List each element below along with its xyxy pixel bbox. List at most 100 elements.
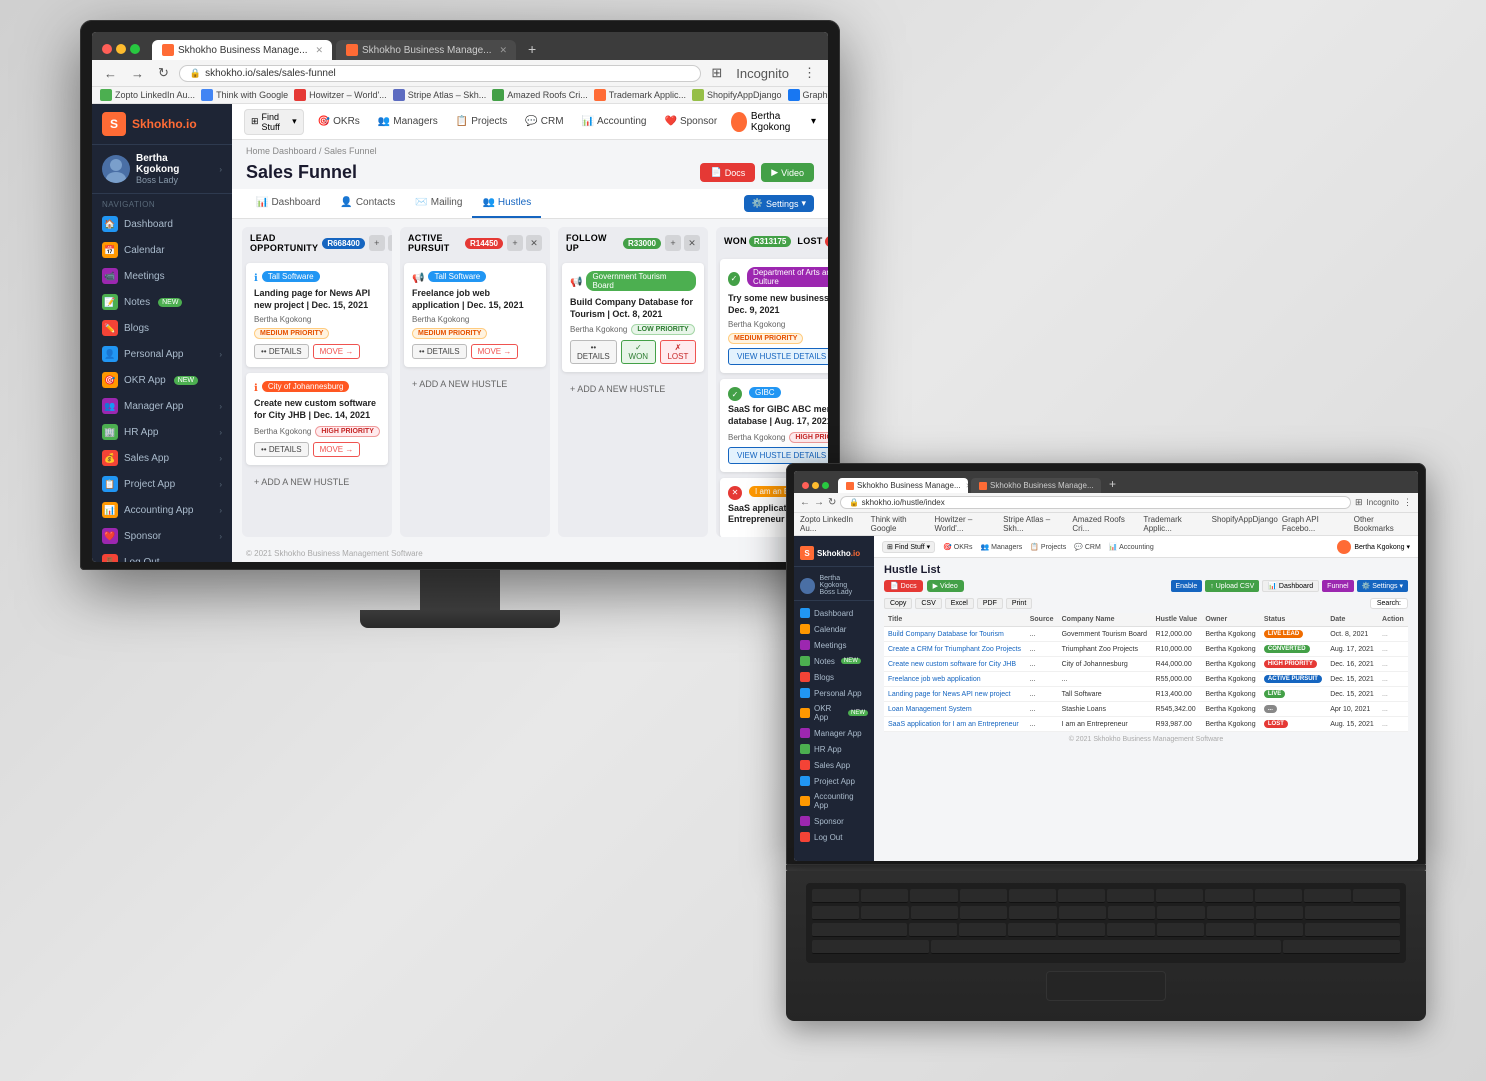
docs-button[interactable]: 📄 Docs (700, 163, 755, 182)
search-input[interactable]: Search: (1370, 598, 1408, 609)
sidebar-item-okr[interactable]: 🎯 OKR App NEW (92, 367, 232, 393)
sidebar-item-manager[interactable]: 👥 Manager App › (92, 393, 232, 419)
laptop-nav-project[interactable]: Project App (794, 773, 874, 789)
bookmark-item[interactable]: Amazed Roofs Cri... (1072, 515, 1139, 533)
laptop-nav-accounting[interactable]: Accounting App (794, 789, 874, 813)
top-nav-okrs[interactable]: 🎯 OKRs (314, 116, 364, 127)
sidebar-item-hr[interactable]: 🏢 HR App › (92, 419, 232, 445)
laptop-nav-calendar[interactable]: Calendar (794, 621, 874, 637)
hustle-link[interactable]: Landing page for News API new project (888, 691, 1011, 698)
pdf-button[interactable]: PDF (977, 598, 1003, 609)
new-tab-button[interactable]: + (1104, 475, 1121, 493)
laptop-nav-okr[interactable]: OKR App NEW (794, 701, 874, 725)
projects-link[interactable]: 📋 Projects (1030, 543, 1066, 551)
funnel-button[interactable]: Funnel (1322, 580, 1353, 592)
back-button[interactable]: ← (800, 497, 810, 508)
col-add-button[interactable]: + (369, 235, 385, 251)
top-nav-projects[interactable]: 📋 Projects (452, 116, 512, 127)
won-button[interactable]: ✓ WON (621, 340, 656, 364)
bookmark-item[interactable]: Zopto LinkedIn Au... (800, 515, 867, 533)
details-button[interactable]: •• DETAILS (254, 442, 309, 457)
laptop-nav-blogs[interactable]: Blogs (794, 669, 874, 685)
laptop-nav-logout[interactable]: Log Out (794, 829, 874, 845)
bookmark-howitzer[interactable]: Howitzer – World'... (294, 89, 387, 101)
hustle-link[interactable]: Loan Management System (888, 706, 972, 713)
row-action-button[interactable]: ... (1382, 646, 1388, 653)
hustle-link[interactable]: Create a CRM for Triumphant Zoo Projects (888, 646, 1021, 653)
laptop-address-bar[interactable]: 🔒 skhokho.io/hustle/index (840, 496, 1351, 509)
lost-button[interactable]: ✗ LOST (660, 340, 696, 364)
laptop-tab-inactive[interactable]: Skhokho Business Manage... (971, 478, 1101, 493)
close-button[interactable] (102, 44, 112, 54)
bookmark-item[interactable]: Graph API Facebo... (1282, 515, 1350, 533)
tab-close-icon-2[interactable]: ✕ (500, 45, 508, 56)
enable-button[interactable]: Enable (1171, 580, 1203, 592)
upload-csv-button[interactable]: ↑ Upload CSV (1205, 580, 1259, 592)
docs-button[interactable]: 📄 Docs (884, 580, 923, 592)
sidebar-item-personal[interactable]: 👤 Personal App › (92, 341, 232, 367)
new-tab-button[interactable]: + (520, 38, 544, 60)
reload-button[interactable]: ↻ (154, 64, 173, 82)
bookmark-item[interactable]: Think with Google (871, 515, 931, 533)
sidebar-item-accounting[interactable]: 📊 Accounting App › (92, 497, 232, 523)
okrs-link[interactable]: 🎯 OKRs (943, 543, 972, 551)
row-action-button[interactable]: ... (1382, 631, 1388, 638)
row-action-button[interactable]: ... (1382, 691, 1388, 698)
move-button[interactable]: MOVE → (471, 344, 519, 359)
managers-link[interactable]: 👥 Managers (980, 543, 1022, 551)
laptop-user[interactable]: Bertha Kgokong Boss Lady (794, 571, 874, 601)
bookmark-amazed[interactable]: Amazed Roofs Cri... (492, 89, 588, 101)
hustle-link[interactable]: Freelance job web application (888, 676, 981, 683)
laptop-nav-sponsor[interactable]: Sponsor (794, 813, 874, 829)
view-hustle-button[interactable]: VIEW HUSTLE DETAILS (728, 447, 828, 464)
bookmark-trademark[interactable]: Trademark Applic... (594, 89, 686, 101)
laptop-maximize[interactable] (822, 482, 829, 489)
col-menu-button[interactable]: ✕ (388, 235, 392, 251)
laptop-nav-personal[interactable]: Personal App (794, 685, 874, 701)
sidebar-item-blogs[interactable]: ✏️ Blogs (92, 315, 232, 341)
move-button[interactable]: MOVE → (313, 344, 361, 359)
bookmark-item[interactable]: ShopifyAppDjango (1212, 515, 1278, 533)
laptop-close[interactable] (802, 482, 809, 489)
bookmark-item[interactable]: Stripe Atlas – Skh... (1003, 515, 1068, 533)
bookmark-item[interactable]: Other Bookmarks (1354, 515, 1412, 533)
laptop-trackpad[interactable] (1046, 971, 1166, 1001)
row-action-button[interactable]: ... (1382, 676, 1388, 683)
hustle-link[interactable]: Build Company Database for Tourism (888, 631, 1004, 638)
details-button[interactable]: •• DETAILS (570, 340, 617, 364)
tab-mailing[interactable]: ✉️ Mailing (405, 189, 472, 218)
bookmark-zopto[interactable]: Zopto LinkedIn Au... (100, 89, 195, 101)
laptop-nav-meetings[interactable]: Meetings (794, 637, 874, 653)
csv-button[interactable]: CSV (915, 598, 941, 609)
row-action-button[interactable]: ... (1382, 661, 1388, 668)
hustle-link[interactable]: SaaS application for I am an Entrepreneu… (888, 721, 1019, 728)
browser-tab-inactive[interactable]: Skhokho Business Manage... ✕ (336, 40, 516, 60)
copy-button[interactable]: Copy (884, 598, 912, 609)
tab-dashboard[interactable]: 📊 Dashboard (246, 189, 330, 218)
top-nav-sponsor[interactable]: ❤️ Sponsor (660, 116, 721, 127)
move-button[interactable]: MOVE → (313, 442, 361, 457)
video-button[interactable]: ▶ Video (761, 163, 814, 182)
sidebar-item-notes[interactable]: 📝 Notes NEW (92, 289, 232, 315)
user-profile-button[interactable]: Incognito (732, 65, 793, 82)
reload-button[interactable]: ↻ (828, 497, 836, 508)
col-menu-button[interactable]: ✕ (684, 235, 700, 251)
find-stuff-button[interactable]: ⊞ Find Stuff ▾ (244, 109, 304, 135)
sidebar-item-project[interactable]: 📋 Project App › (92, 471, 232, 497)
user-chip[interactable]: Bertha Kgokong ▾ (731, 111, 816, 133)
tab-contacts[interactable]: 👤 Contacts (330, 189, 405, 218)
sidebar-item-dashboard[interactable]: 🏠 Dashboard (92, 211, 232, 237)
col-add-button[interactable]: + (507, 235, 523, 251)
bookmark-graph[interactable]: Graph API Facebo... (788, 89, 828, 101)
back-button[interactable]: ← (100, 65, 121, 82)
sidebar-item-calendar[interactable]: 📅 Calendar (92, 237, 232, 263)
bookmark-item[interactable]: Howitzer – World'... (935, 515, 1000, 533)
bookmark-shopify[interactable]: ShopifyAppDjango (692, 89, 782, 101)
browser-tab-active[interactable]: Skhokho Business Manage... ✕ (152, 40, 332, 60)
laptop-nav-sales[interactable]: Sales App (794, 757, 874, 773)
crm-link[interactable]: 💬 CRM (1074, 543, 1101, 551)
hustle-link[interactable]: Create new custom software for City JHB (888, 661, 1016, 668)
sidebar-item-sales[interactable]: 💰 Sales App › (92, 445, 232, 471)
laptop-tab-active[interactable]: Skhokho Business Manage... ✕ (838, 478, 968, 493)
row-action-button[interactable]: ... (1382, 706, 1388, 713)
